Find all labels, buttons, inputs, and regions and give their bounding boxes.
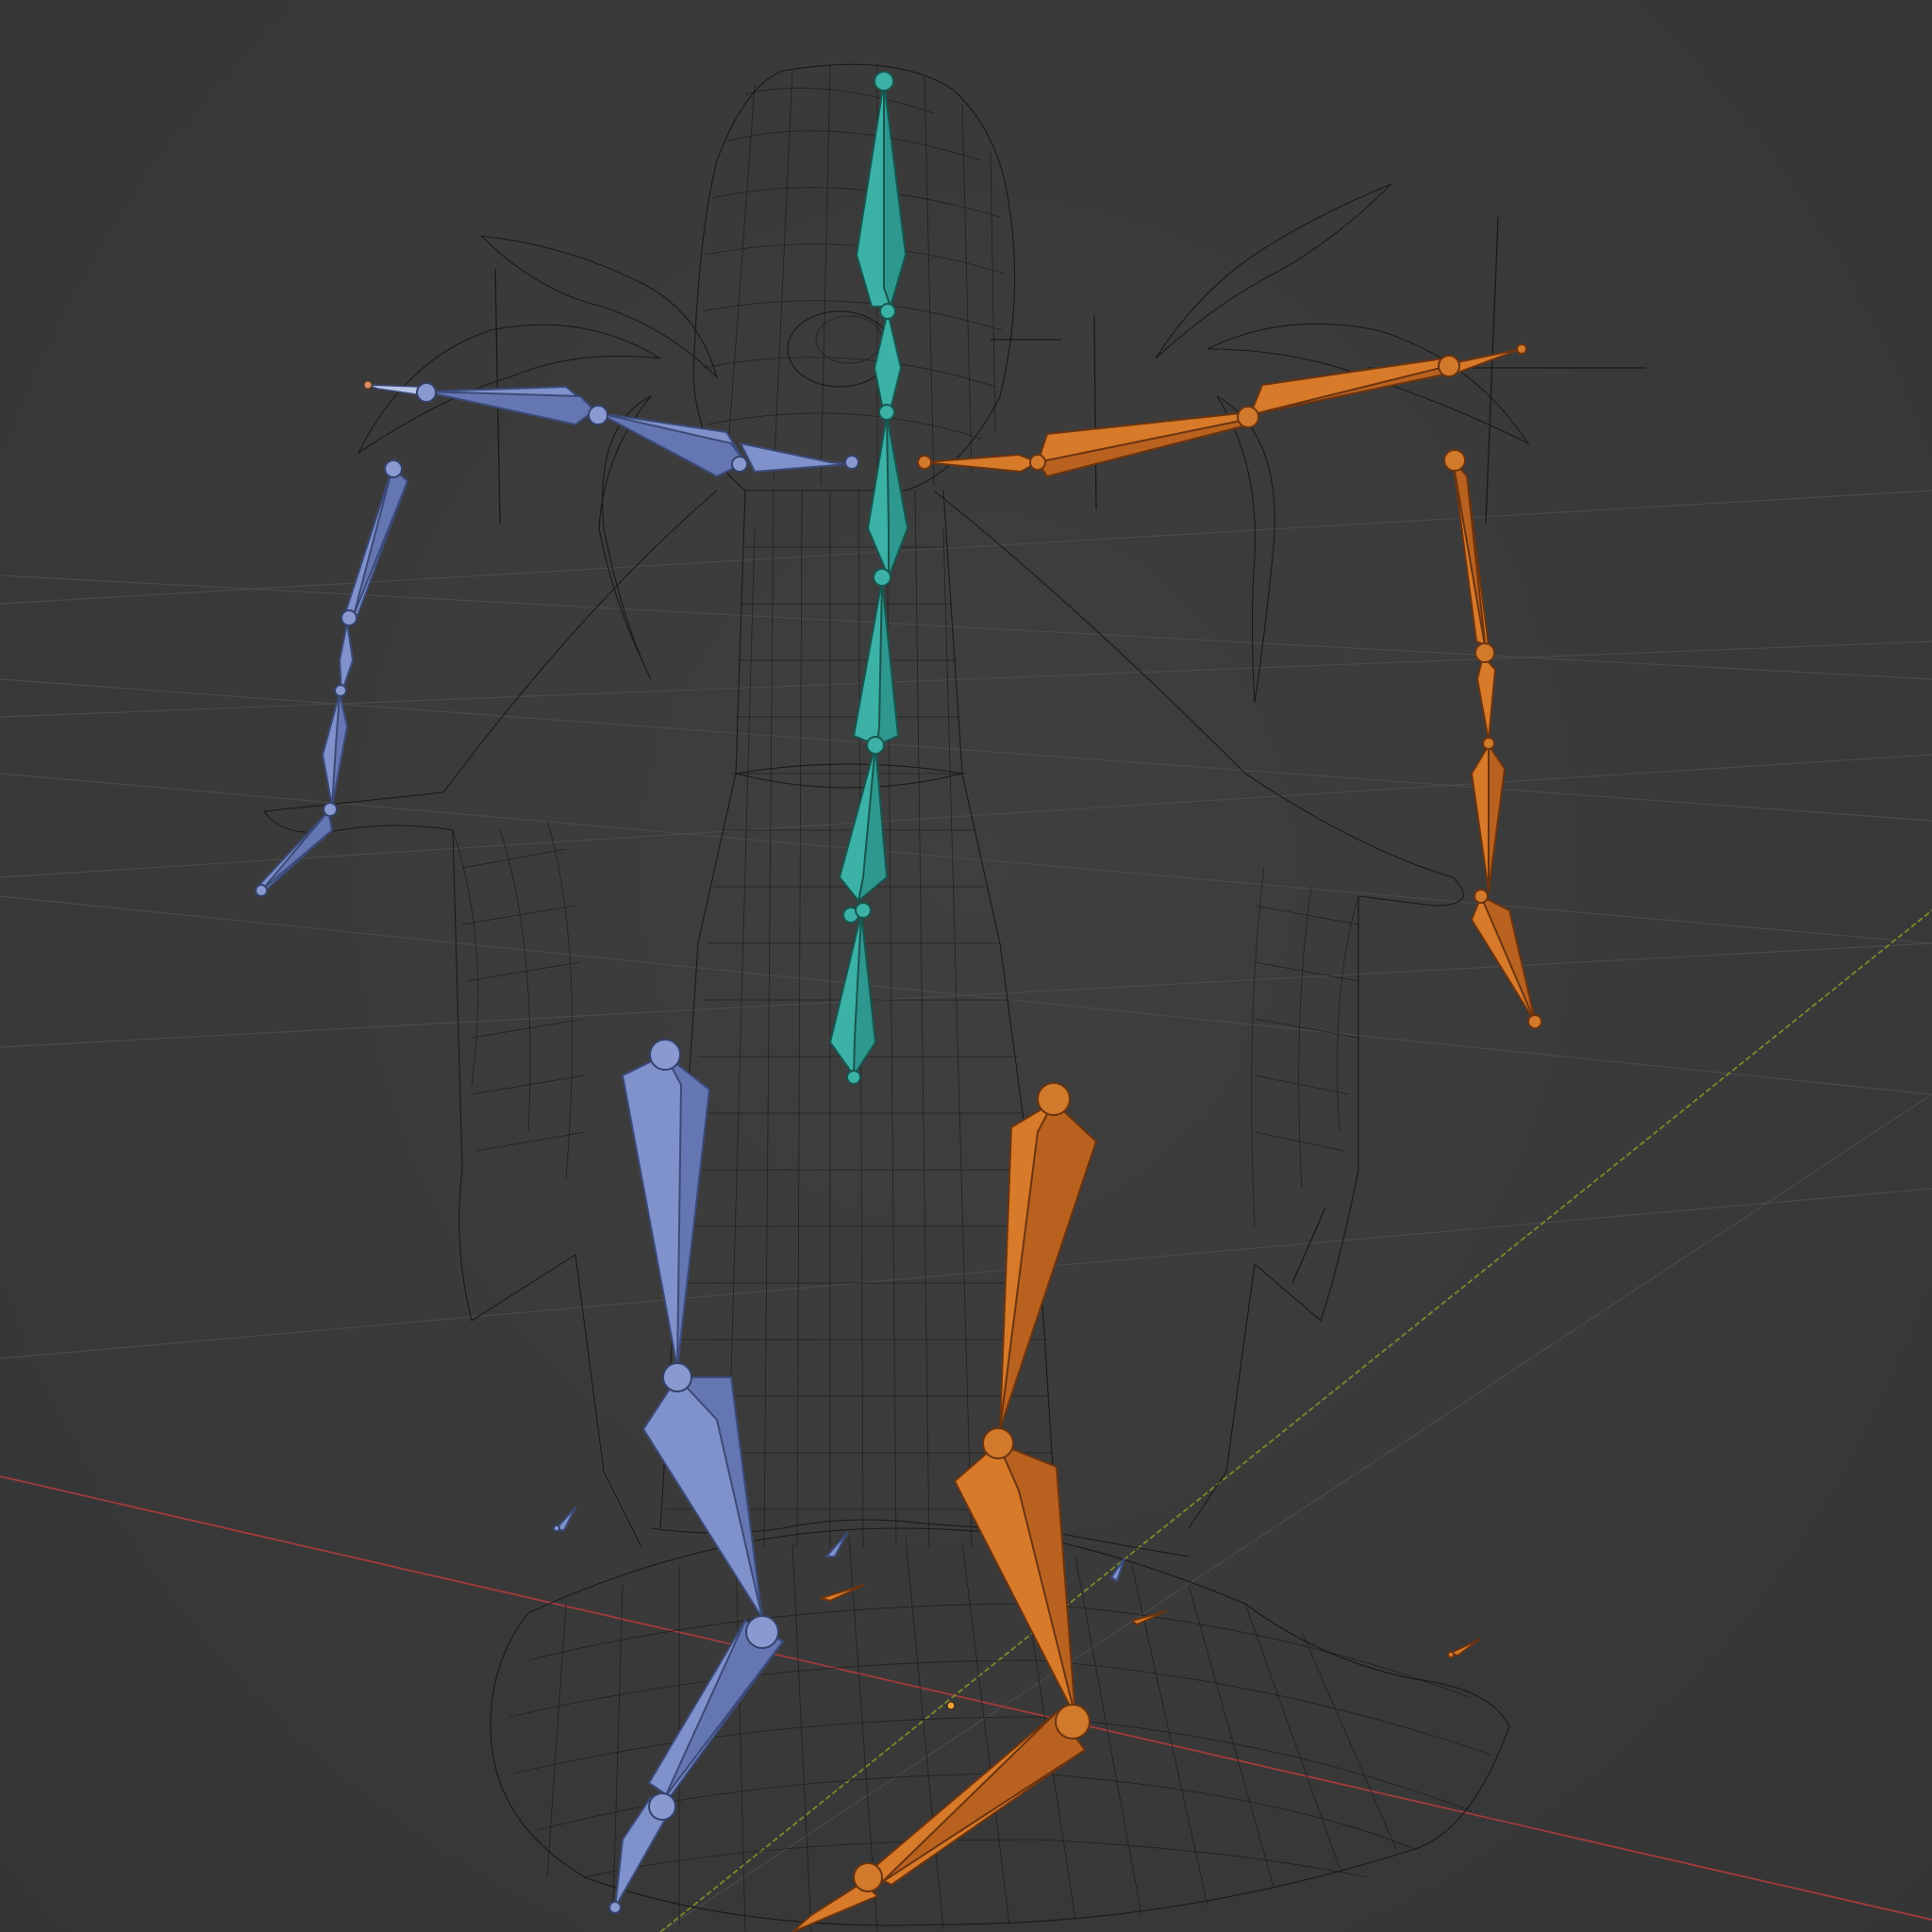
bone-shoulder-r bbox=[924, 454, 1039, 473]
left-arm-bone-chain[interactable] bbox=[255, 380, 859, 897]
bone-neck bbox=[874, 310, 902, 407]
bone-tail-marker-l bbox=[363, 380, 373, 390]
3d-viewport[interactable] bbox=[0, 0, 1932, 1932]
bone-wing-tip-r bbox=[1452, 348, 1522, 374]
spine-bone-chain[interactable] bbox=[829, 71, 908, 1085]
bone-skirt-r3 bbox=[1450, 1639, 1480, 1657]
left-leg-bone-chain[interactable] bbox=[608, 1039, 784, 1914]
right-leg-bone-chain[interactable] bbox=[791, 1082, 1097, 1932]
bone-shoulder-l bbox=[740, 442, 850, 473]
scene-canvas[interactable] bbox=[0, 0, 1932, 1932]
bone-skirt-r1 bbox=[820, 1584, 865, 1602]
joint-head-tip bbox=[874, 71, 894, 92]
right-arm-bone-chain[interactable] bbox=[917, 343, 1542, 1029]
floor-grid bbox=[0, 490, 1932, 1932]
bone-skirt-l3 bbox=[1110, 1557, 1125, 1582]
x-axis-line bbox=[0, 1475, 1932, 1921]
bone-skirt-l2 bbox=[825, 1532, 848, 1557]
origin-dot-icon[interactable] bbox=[946, 1701, 956, 1710]
